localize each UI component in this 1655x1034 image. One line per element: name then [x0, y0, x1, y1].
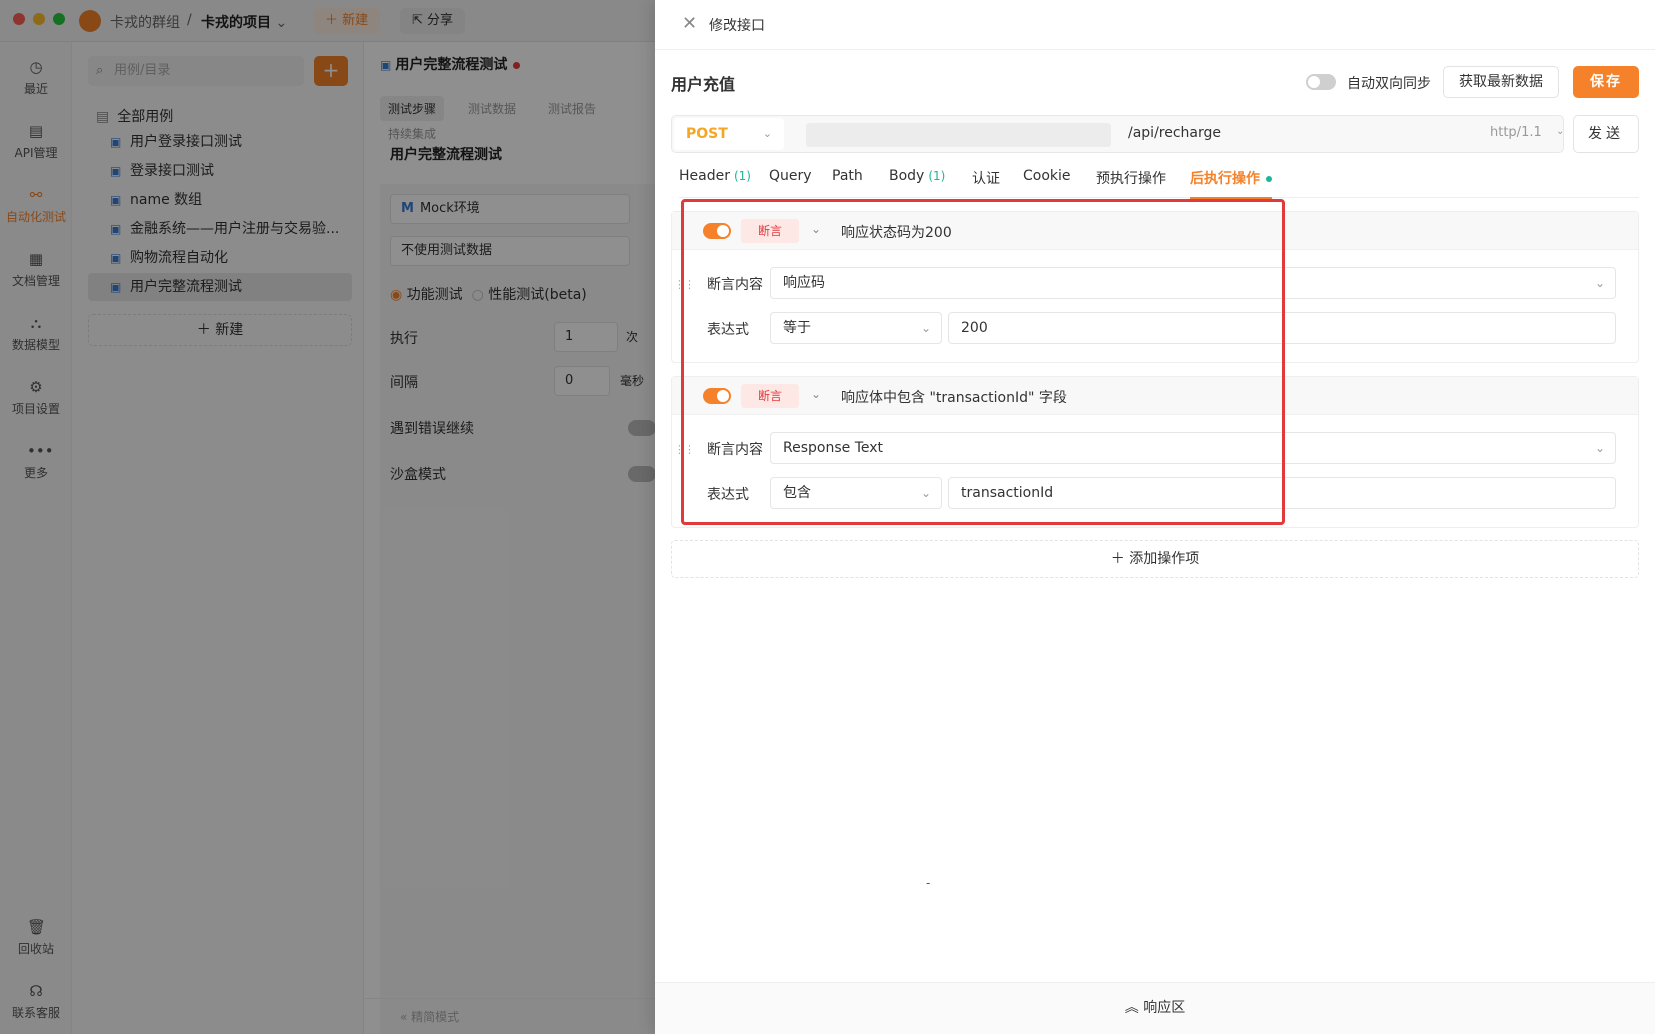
- auto-sync-toggle[interactable]: [1306, 74, 1336, 90]
- method-label: POST: [686, 126, 728, 142]
- chevron-down-icon: ⌄: [1594, 441, 1605, 455]
- auto-sync-label: 自动双向同步: [1347, 76, 1431, 92]
- chevron-down-icon: ⌄: [1594, 276, 1605, 290]
- expression-select[interactable]: 等于 ⌄: [770, 312, 942, 344]
- assert-content-select[interactable]: 响应码 ⌄: [770, 267, 1616, 299]
- edit-api-drawer: ✕ 修改接口 用户充值 自动双向同步 获取最新数据 保存 POST ⌄ /api/…: [655, 0, 1655, 1034]
- stray-mark: -: [926, 876, 931, 890]
- expression-value: 包含: [783, 485, 811, 501]
- url-bar: POST ⌄ /api/recharge http/1.1 ⌄: [671, 115, 1564, 153]
- tab-body[interactable]: Body (1): [889, 168, 945, 198]
- assert-content-label: 断言内容: [707, 277, 763, 293]
- fetch-latest-button[interactable]: 获取最新数据: [1443, 66, 1559, 98]
- assertion-tag: 断言: [741, 219, 799, 243]
- assert-content-label: 断言内容: [707, 442, 763, 458]
- expression-label: 表达式: [707, 487, 749, 503]
- tab-cookie[interactable]: Cookie: [1023, 168, 1071, 198]
- api-name[interactable]: 用户充值: [671, 71, 735, 95]
- operation-title[interactable]: 响应状态码为200: [841, 222, 952, 242]
- compare-value-input[interactable]: 200: [948, 312, 1616, 344]
- tab-path[interactable]: Path: [832, 168, 863, 198]
- plus-icon: ＋: [1110, 551, 1125, 567]
- tab-label: 认证: [972, 171, 1000, 187]
- tab-label: Path: [832, 168, 863, 184]
- url-path-input[interactable]: /api/recharge: [1128, 125, 1221, 141]
- chevrons-up-icon: ︽: [1124, 1000, 1139, 1016]
- add-operation-label: 添加操作项: [1129, 551, 1200, 567]
- save-button[interactable]: 保存: [1573, 66, 1639, 98]
- drawer-header: ✕ 修改接口: [655, 0, 1655, 50]
- base-url-redacted: [806, 123, 1111, 147]
- tab-auth[interactable]: 认证: [972, 168, 1000, 198]
- tab-label: Body: [889, 168, 925, 184]
- operation-header[interactable]: 断言 ⌄ 响应状态码为200: [672, 212, 1638, 250]
- chevron-down-icon[interactable]: ⌄: [811, 222, 821, 236]
- protocol-select[interactable]: http/1.1: [1490, 125, 1542, 140]
- tab-label: Query: [769, 168, 812, 184]
- response-area-label: 响应区: [1143, 1000, 1186, 1016]
- drag-handle-icon[interactable]: ⋮⋮: [674, 444, 695, 455]
- tab-label: 预执行操作: [1096, 171, 1166, 187]
- tab-count: (1): [733, 169, 751, 183]
- request-tabs: Header (1) Query Path Body (1) 认证 Cookie 预…: [679, 168, 1639, 199]
- send-button[interactable]: 发送: [1573, 115, 1639, 153]
- tab-label: Cookie: [1023, 168, 1071, 184]
- chevron-down-icon: ⌄: [762, 127, 772, 140]
- method-select[interactable]: POST ⌄: [674, 118, 784, 150]
- chevron-down-icon[interactable]: ⌄: [811, 387, 821, 401]
- drag-handle-icon[interactable]: ⋮⋮: [674, 279, 695, 290]
- post-operation-item: 断言 ⌄ 响应体中包含 "transactionId" 字段 ⋮⋮ 断言内容 R…: [671, 376, 1639, 528]
- operation-enable-toggle[interactable]: [703, 388, 731, 404]
- expression-label: 表达式: [707, 322, 749, 338]
- operation-header[interactable]: 断言 ⌄ 响应体中包含 "transactionId" 字段: [672, 377, 1638, 415]
- tab-count: (1): [928, 169, 946, 183]
- operation-enable-toggle[interactable]: [703, 223, 731, 239]
- assert-content-select[interactable]: Response Text ⌄: [770, 432, 1616, 464]
- compare-value-input[interactable]: transactionId: [948, 477, 1616, 509]
- drawer-title: 修改接口: [709, 18, 765, 34]
- close-icon[interactable]: ✕: [682, 13, 697, 34]
- expression-value: 等于: [783, 320, 811, 336]
- active-dot: [1266, 176, 1272, 182]
- tab-label: 后执行操作: [1190, 171, 1260, 187]
- assert-content-value: Response Text: [783, 440, 884, 456]
- assertion-tag: 断言: [741, 384, 799, 408]
- operation-title[interactable]: 响应体中包含 "transactionId" 字段: [841, 387, 1067, 407]
- modal-overlay[interactable]: [0, 0, 655, 1034]
- chevron-down-icon: ⌄: [920, 486, 931, 500]
- chevron-down-icon: ⌄: [1556, 126, 1565, 137]
- tab-label: Header: [679, 168, 730, 184]
- tab-pre-operations[interactable]: 预执行操作: [1096, 168, 1166, 198]
- expression-select[interactable]: 包含 ⌄: [770, 477, 942, 509]
- tab-header[interactable]: Header (1): [679, 168, 751, 198]
- response-area-toggle[interactable]: ︽ 响应区: [655, 982, 1655, 1034]
- tab-query[interactable]: Query: [769, 168, 812, 198]
- tab-post-operations[interactable]: 后执行操作: [1190, 168, 1272, 199]
- assert-content-value: 响应码: [783, 275, 825, 291]
- chevron-down-icon: ⌄: [920, 321, 931, 335]
- add-operation-button[interactable]: ＋ 添加操作项: [671, 540, 1639, 578]
- post-operation-item: 断言 ⌄ 响应状态码为200 ⋮⋮ 断言内容 响应码 ⌄ 表达式 等于 ⌄ 200: [671, 211, 1639, 363]
